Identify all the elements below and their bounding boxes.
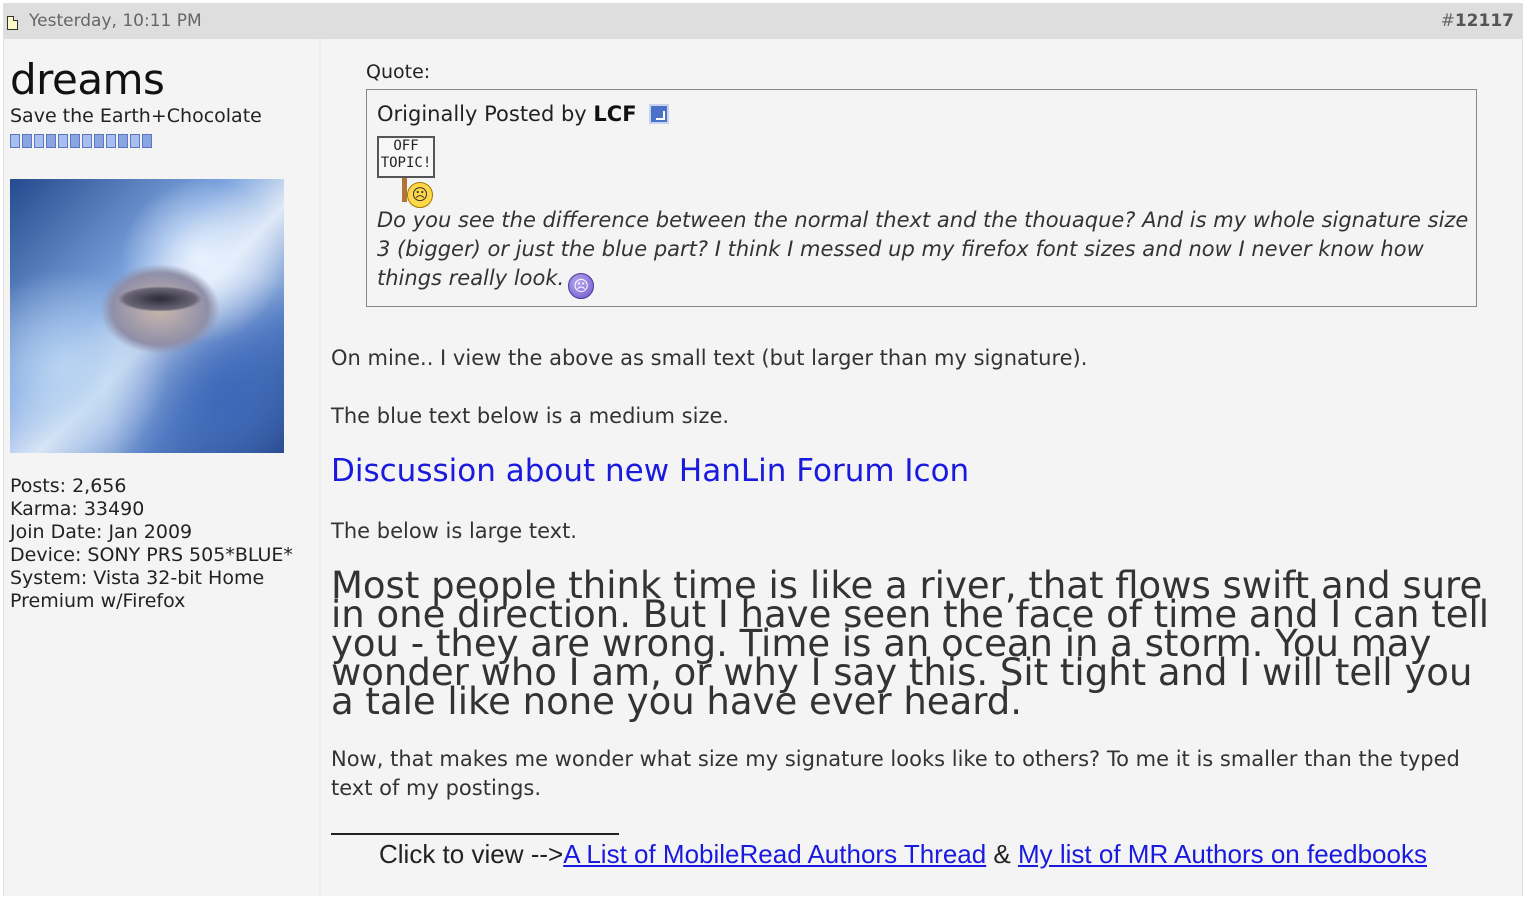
user-stats: Posts: 2,656 Karma: 33490 Join Date: Jan… [10, 475, 293, 613]
reputation-bar [10, 134, 152, 148]
reputation-pip [22, 134, 32, 148]
post-content: Quote: Originally Posted by LCF OFF TOPI… [331, 39, 1511, 896]
post-date: Yesterday, 10:11 PM [29, 11, 202, 31]
quote-box: Originally Posted by LCF OFF TOPIC! ☹ Do… [366, 89, 1477, 307]
reputation-pip [58, 134, 68, 148]
signature-prefix: Click to view --> [379, 839, 564, 869]
reputation-pip [82, 134, 92, 148]
paragraph-1: On mine.. I view the above as small text… [331, 346, 1088, 370]
reputation-pip [118, 134, 128, 148]
avatar[interactable] [10, 179, 284, 453]
stat-system: System: Vista 32-bit Home [10, 567, 265, 589]
post-header: Yesterday, 10:11 PM #12117 [4, 3, 1522, 39]
user-title: Save the Earth+Chocolate [10, 105, 262, 127]
forum-post: Yesterday, 10:11 PM #12117 dreams Save t… [3, 3, 1523, 896]
post-number-prefix: # [1440, 11, 1455, 31]
signature-separator: & [986, 839, 1018, 869]
reputation-pip [34, 134, 44, 148]
paragraph-2: The blue text below is a medium size. [331, 404, 730, 428]
medium-blue-text: Discussion about new HanLin Forum Icon [331, 453, 970, 489]
quote-author: LCF [593, 102, 637, 126]
quote-text: Do you see the difference between the no… [377, 206, 1472, 299]
quote-attribution: Originally Posted by LCF [377, 102, 670, 126]
sad-face-icon: ☹ [407, 182, 433, 208]
user-info-panel: dreams Save the Earth+Chocolate Posts: 2… [4, 39, 321, 896]
reputation-pip [130, 134, 140, 148]
stat-karma: Karma: 33490 [10, 498, 145, 520]
stat-device: Device: SONY PRS 505*BLUE* [10, 544, 293, 566]
feedbooks-link[interactable]: My list of MR Authors on feedbooks [1018, 839, 1427, 869]
stat-join-date: Join Date: Jan 2009 [10, 521, 193, 543]
reputation-pip [70, 134, 80, 148]
reputation-pip [94, 134, 104, 148]
sign-line-1: OFF [393, 138, 419, 154]
stat-system-cont: Premium w/Firefox [10, 590, 186, 612]
signature: Click to view -->A List of MobileRead Au… [379, 839, 1427, 870]
quote-label: Quote: [366, 61, 431, 83]
originally-posted-by: Originally Posted by [377, 102, 587, 126]
authors-thread-link[interactable]: A List of MobileRead Authors Thread [563, 839, 986, 869]
view-post-icon[interactable] [649, 104, 670, 124]
paragraph-4: Now, that makes me wonder what size my s… [331, 747, 1460, 800]
reputation-pip [46, 134, 56, 148]
post-number[interactable]: 12117 [1455, 11, 1514, 31]
username[interactable]: dreams [10, 55, 165, 104]
quote-body: Do you see the difference between the no… [377, 208, 1469, 290]
paragraph-3: The below is large text. [331, 519, 577, 543]
sign-line-2: TOPIC! [380, 155, 432, 171]
reputation-pip [142, 134, 152, 148]
large-text: Most people think time is like a river, … [331, 564, 1490, 723]
post-number-link[interactable]: #12117 [1441, 11, 1514, 31]
post-icon [7, 16, 18, 30]
signature-divider [331, 833, 619, 835]
frown-smiley-icon: ☹ [568, 273, 595, 299]
reputation-pip [106, 134, 116, 148]
reputation-pip [10, 134, 20, 148]
off-topic-sign: OFF TOPIC! [377, 136, 435, 178]
off-topic-smiley: OFF TOPIC! ☹ [377, 130, 449, 210]
stat-posts: Posts: 2,656 [10, 475, 127, 497]
